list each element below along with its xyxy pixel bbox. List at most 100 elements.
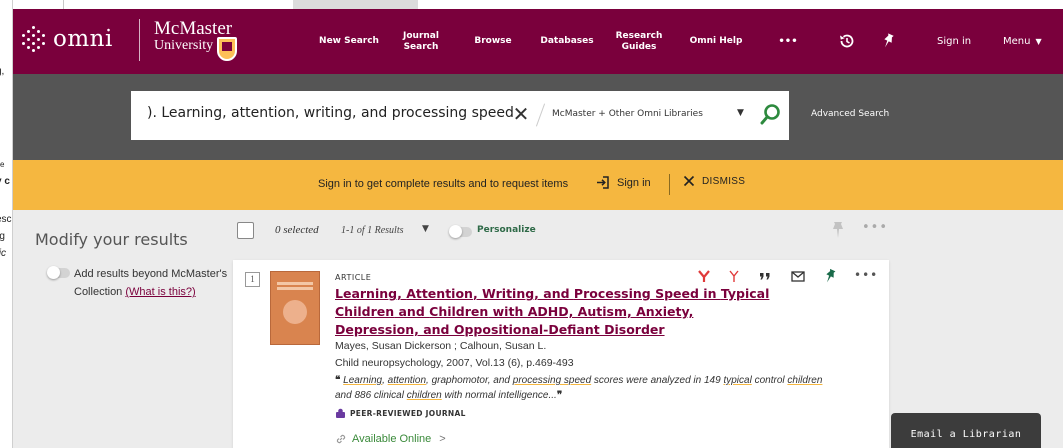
browser-tab[interactable] bbox=[293, 0, 418, 9]
beyond-collection-toggle[interactable] bbox=[47, 266, 70, 279]
email-librarian-button[interactable]: Email a Librarian bbox=[891, 413, 1041, 448]
snippet-text: with normal intelligence... bbox=[441, 390, 557, 401]
search-scope-select[interactable]: McMaster + Other Omni Libraries bbox=[552, 109, 703, 119]
nav-omni-help[interactable]: Omni Help bbox=[683, 9, 749, 74]
mcmaster-shield-icon bbox=[217, 37, 237, 61]
snippet-text: control bbox=[751, 375, 788, 386]
what-is-this-link[interactable]: (What is this?) bbox=[125, 286, 195, 298]
divider bbox=[139, 19, 140, 61]
result-number: 1 bbox=[245, 272, 260, 287]
beyond-collection-label: Add results beyond McMaster's Collection… bbox=[74, 265, 234, 301]
omni-logo-text: omni bbox=[53, 26, 113, 52]
title-highlight: Processing Speed bbox=[573, 286, 699, 301]
citation-trails-icon[interactable] bbox=[696, 268, 712, 284]
caret-down-icon[interactable]: ▼ bbox=[737, 108, 744, 118]
pin-icon[interactable] bbox=[831, 221, 845, 239]
history-icon[interactable] bbox=[838, 32, 856, 50]
background-text-fragment: ve bbox=[0, 160, 5, 169]
more-options-icon[interactable]: ••• bbox=[862, 220, 888, 235]
snippet-text: scores were analyzed in 149 bbox=[591, 375, 724, 386]
banner-message: Sign in to get complete results and to r… bbox=[318, 178, 569, 190]
site-header: omni McMaster University New Search Jour… bbox=[13, 9, 1063, 74]
snippet-highlight: attention bbox=[387, 375, 427, 386]
title-highlight: Attention bbox=[406, 286, 473, 301]
availability-label: Available Online bbox=[352, 433, 432, 445]
snippet-highlight: typical bbox=[723, 375, 752, 386]
peer-reviewed-badge: PEER-REVIEWED JOURNAL bbox=[335, 408, 466, 419]
results-count[interactable]: 1-1 of 1 Results bbox=[341, 225, 404, 236]
link-icon bbox=[336, 434, 346, 444]
snippet-highlight: children bbox=[787, 375, 823, 386]
browser-top-remnant bbox=[13, 0, 1063, 9]
quote-open-icon: ❝ bbox=[335, 375, 341, 386]
sign-in-link[interactable]: Sign in bbox=[937, 9, 971, 74]
quote-close-icon: ❞ bbox=[556, 390, 563, 401]
personalize-toggle[interactable] bbox=[449, 225, 472, 238]
divider bbox=[669, 174, 670, 195]
result-title-link[interactable]: Learning, Attention, Writing, and Proces… bbox=[335, 285, 775, 339]
snippet-highlight: Learning bbox=[343, 375, 383, 386]
select-all-checkbox[interactable] bbox=[237, 222, 254, 239]
snippet-text: , graphomotor, and bbox=[426, 375, 513, 386]
nav-databases[interactable]: Databases bbox=[535, 9, 599, 74]
result-item: 1 ARTICLE Learning, Attention, Writing, … bbox=[233, 260, 889, 448]
snippet-highlight: processing speed bbox=[512, 375, 592, 386]
title-highlight: Children bbox=[335, 304, 395, 319]
title-text: and bbox=[394, 304, 430, 319]
more-options-icon[interactable]: ••• bbox=[854, 268, 878, 282]
caret-down-icon[interactable]: ▼ bbox=[422, 224, 429, 234]
nav-new-search[interactable]: New Search bbox=[313, 9, 385, 74]
background-text-fragment: g, bbox=[0, 66, 5, 77]
dismiss-button[interactable]: DISMISS bbox=[683, 175, 745, 187]
university-name: McMaster bbox=[154, 18, 233, 39]
search-area: ). Learning, attention, writing, and pro… bbox=[13, 74, 1063, 160]
search-box: ). Learning, attention, writing, and pro… bbox=[131, 91, 789, 140]
background-text-fragment: y c bbox=[0, 176, 10, 187]
pin-icon[interactable] bbox=[879, 32, 897, 50]
title-text: , bbox=[472, 286, 483, 301]
title-text: , bbox=[397, 286, 407, 301]
sign-in-banner: Sign in to get complete results and to r… bbox=[13, 160, 1063, 210]
result-snippet: ❝ Learning, attention, graphomotor, and … bbox=[335, 373, 825, 403]
title-highlight: Learning bbox=[335, 286, 398, 301]
divider bbox=[63, 0, 64, 9]
nav-more-button[interactable]: ••• bbox=[771, 9, 805, 74]
menu-label: Menu bbox=[1003, 36, 1031, 47]
search-input[interactable]: ). Learning, attention, writing, and pro… bbox=[147, 105, 514, 121]
resource-type: ARTICLE bbox=[335, 273, 372, 282]
chevron-down-icon: ▼ bbox=[1035, 37, 1042, 46]
citation-trails-icon[interactable] bbox=[726, 268, 742, 284]
advanced-search-link[interactable]: Advanced Search bbox=[811, 109, 889, 119]
email-icon[interactable] bbox=[790, 268, 806, 284]
title-text: , and bbox=[534, 286, 574, 301]
personalize-label[interactable]: Personalize bbox=[477, 225, 536, 235]
nav-browse[interactable]: Browse bbox=[466, 9, 520, 74]
result-authors: Mayes, Susan Dickerson ; Calhoun, Susan … bbox=[335, 340, 547, 352]
search-icon[interactable] bbox=[759, 102, 783, 128]
available-online-link[interactable]: Available Online > bbox=[335, 433, 446, 445]
sign-in-icon bbox=[597, 176, 609, 189]
menu-button[interactable]: Menu ▼ bbox=[1003, 9, 1042, 74]
selected-count: 0 selected bbox=[275, 224, 319, 236]
clear-search-icon[interactable]: ✕ bbox=[511, 102, 531, 126]
title-text: in bbox=[698, 286, 721, 301]
nav-journal-search[interactable]: Journal Search bbox=[394, 9, 448, 74]
title-highlight: Writing bbox=[482, 286, 535, 301]
journal-icon bbox=[336, 408, 345, 418]
title-highlight: Typical bbox=[720, 286, 770, 301]
pin-icon[interactable] bbox=[822, 268, 838, 284]
result-source: Child neuropsychology, 2007, Vol.13 (6),… bbox=[335, 357, 574, 369]
chevron-right-icon: > bbox=[439, 433, 446, 445]
snippet-highlight: children bbox=[406, 390, 442, 401]
snippet-text: and 886 clinical bbox=[335, 390, 407, 401]
quote-icon[interactable] bbox=[757, 268, 773, 284]
banner-sign-in-button[interactable]: Sign in bbox=[596, 175, 651, 190]
background-text-fragment: tic bbox=[0, 248, 6, 259]
peer-reviewed-label: PEER-REVIEWED JOURNAL bbox=[350, 409, 466, 418]
divider bbox=[535, 103, 546, 127]
modify-results-heading: Modify your results bbox=[35, 230, 188, 249]
omni-logo[interactable]: omni bbox=[21, 26, 113, 52]
nav-research-guides[interactable]: Research Guides bbox=[611, 9, 667, 74]
background-text-fragment: rg bbox=[0, 231, 5, 242]
book-cover-thumbnail[interactable] bbox=[270, 271, 320, 345]
